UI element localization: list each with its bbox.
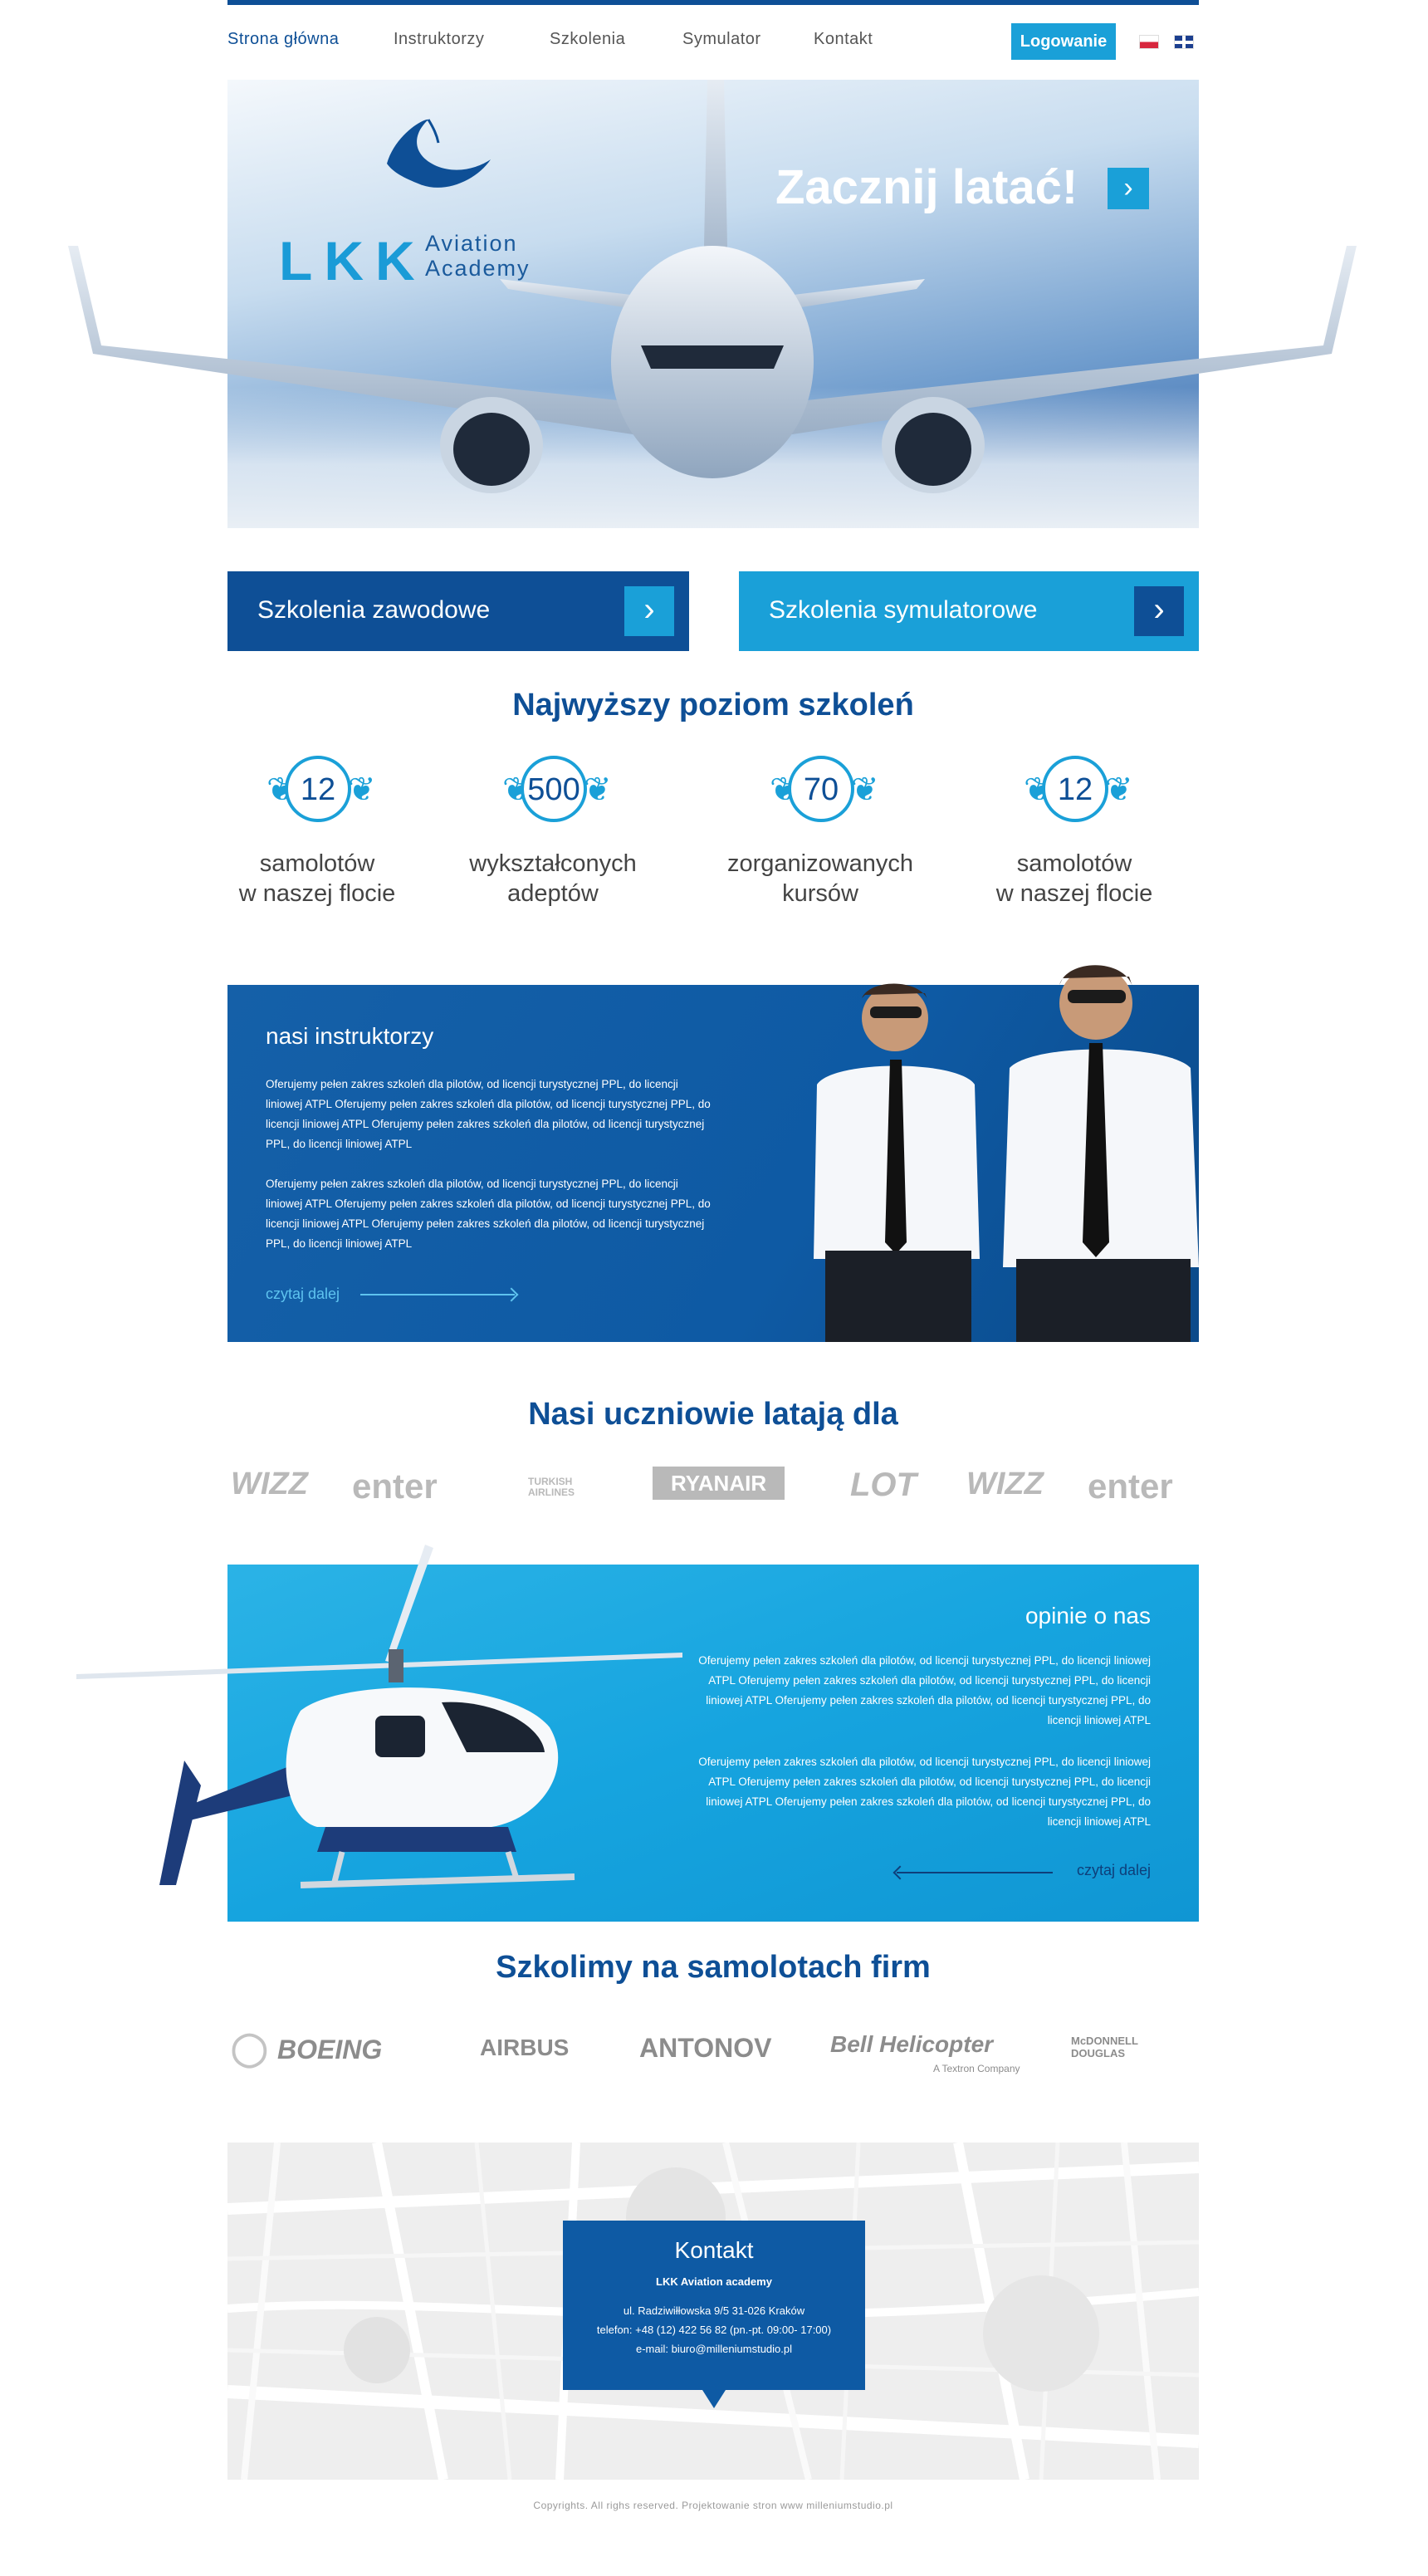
stat-item: ❦ ❦ 12 samolotów w naszej flocie bbox=[975, 756, 1174, 908]
wings-badge-icon: ❦ ❦ 70 bbox=[766, 756, 879, 839]
stat-item: ❦ ❦ 70 zorganizowanych kursów bbox=[721, 756, 920, 908]
wings-badge-icon: ❦ ❦ 12 bbox=[1020, 756, 1133, 839]
stat-item: ❦ ❦ 500 wykształconych adeptów bbox=[453, 756, 653, 908]
opinions-read-more-link[interactable]: czytaj dalej bbox=[1077, 1862, 1151, 1879]
clouds-background bbox=[227, 387, 1199, 528]
antonov-logo: ANTONOV bbox=[639, 2033, 772, 2063]
nav-simulator[interactable]: Symulator bbox=[682, 30, 761, 49]
ryanair-logo: RYANAIR bbox=[653, 1467, 785, 1500]
wizz-logo: WIZZ bbox=[231, 1467, 308, 1501]
instructors-read-more-link[interactable]: czytaj dalej bbox=[266, 1286, 340, 1303]
nav-instructors[interactable]: Instruktorzy bbox=[394, 30, 484, 49]
login-button[interactable]: Logowanie bbox=[1011, 23, 1116, 60]
opinions-text-2: Oferujemy pełen zakres szkoleń dla pilot… bbox=[698, 1756, 1151, 1828]
manufacturers-logos: ◯ BOEING AIRBUS ANTONOV Bell Helicopter … bbox=[227, 2030, 1207, 2081]
professional-training-button[interactable]: Szkolenia zawodowe › bbox=[227, 571, 689, 651]
nav-home[interactable]: Strona główna bbox=[227, 30, 339, 49]
bell-helicopter-logo: Bell Helicopter bbox=[830, 2031, 994, 2057]
pilots-photo bbox=[814, 965, 1199, 1342]
instructors-text-1: Oferujemy pełen zakres szkoleń dla pilot… bbox=[266, 1078, 711, 1150]
turkish-airlines-logo: TURKISH AIRLINES bbox=[528, 1476, 575, 1498]
logo-mark: LKK bbox=[279, 230, 427, 291]
wings-badge-icon: ❦ ❦ 12 bbox=[263, 756, 376, 839]
contact-email[interactable]: e-mail: biuro@milleniumstudio.pl bbox=[563, 2343, 865, 2355]
hero-banner: LKK Aviation Academy Zacznij latać! › bbox=[227, 80, 1199, 528]
opinions-title: opinie o nas bbox=[1025, 1603, 1151, 1628]
opinions-text-1: Oferujemy pełen zakres szkoleń dla pilot… bbox=[698, 1654, 1151, 1726]
simulator-training-button[interactable]: Szkolenia symulatorowe › bbox=[739, 571, 1199, 651]
wings-badge-icon: ❦ ❦ 500 bbox=[499, 756, 612, 839]
helicopter-illustration bbox=[76, 1545, 682, 1888]
top-accent-line bbox=[227, 0, 1199, 5]
arrow-left-icon bbox=[897, 1872, 1053, 1873]
stats-title: Najwyższy poziom szkoleń bbox=[512, 688, 914, 722]
textron-tagline: A Textron Company bbox=[933, 2063, 1020, 2074]
contact-address: ul. Radziwiłłowska 9/5 31-026 Kraków bbox=[623, 2304, 805, 2317]
enter-logo: enter bbox=[1088, 1467, 1173, 1506]
manufacturers-title: Szkolimy na samolotach firm bbox=[496, 1950, 931, 1985]
bird-logo-icon bbox=[387, 119, 491, 188]
chevron-right-icon[interactable]: › bbox=[1108, 168, 1149, 209]
arrow-right-icon bbox=[360, 1294, 515, 1295]
enter-logo: enter bbox=[352, 1467, 438, 1506]
boeing-globe-icon: ◯ bbox=[231, 2030, 268, 2067]
airlines-title: Nasi uczniowie latają dla bbox=[528, 1397, 898, 1432]
stat-item: ❦ ❦ 12 samolotów w naszej flocie bbox=[218, 756, 417, 908]
flag-en-icon[interactable] bbox=[1174, 35, 1194, 49]
contact-title: Kontakt bbox=[674, 2237, 754, 2263]
contact-phone[interactable]: telefon: +48 (12) 422 56 82 (pn.-pt. 09:… bbox=[563, 2324, 865, 2336]
instructors-text-2: Oferujemy pełen zakres szkoleń dla pilot… bbox=[266, 1178, 711, 1250]
airlines-logos: WIZZ enter TURKISH AIRLINES RYANAIR LOT … bbox=[227, 1467, 1207, 1516]
airbus-logo: AIRBUS bbox=[480, 2035, 570, 2060]
instructors-title: nasi instruktorzy bbox=[266, 1023, 434, 1049]
nav-contact[interactable]: Kontakt bbox=[814, 30, 873, 49]
footer-copyright: Copyrights. All righs reserved. Projekto… bbox=[533, 2500, 893, 2511]
hero-headline: Zacznij latać! bbox=[775, 160, 1078, 214]
contact-company: LKK Aviation academy bbox=[656, 2275, 772, 2288]
contact-box: Kontakt LKK Aviation academy ul. Radziwi… bbox=[563, 2221, 865, 2408]
flag-pl-icon[interactable] bbox=[1139, 35, 1159, 49]
lot-logo: LOT bbox=[850, 1467, 917, 1503]
main-nav: Strona główna Instruktorzy Szkolenia Sym… bbox=[227, 23, 1199, 60]
boeing-logo: BOEING bbox=[277, 2035, 383, 2064]
instructors-section: nasi instruktorzy Oferujemy pełen zakres… bbox=[227, 965, 1199, 1342]
wizz-logo: WIZZ bbox=[966, 1467, 1044, 1501]
chevron-right-icon: › bbox=[1134, 586, 1184, 636]
mcdonnell-douglas-logo: McDONNELL DOUGLAS bbox=[1071, 2035, 1138, 2059]
logo-subtitle: Aviation Academy bbox=[425, 231, 531, 281]
nav-trainings[interactable]: Szkolenia bbox=[550, 30, 625, 49]
chevron-right-icon: › bbox=[624, 586, 674, 636]
